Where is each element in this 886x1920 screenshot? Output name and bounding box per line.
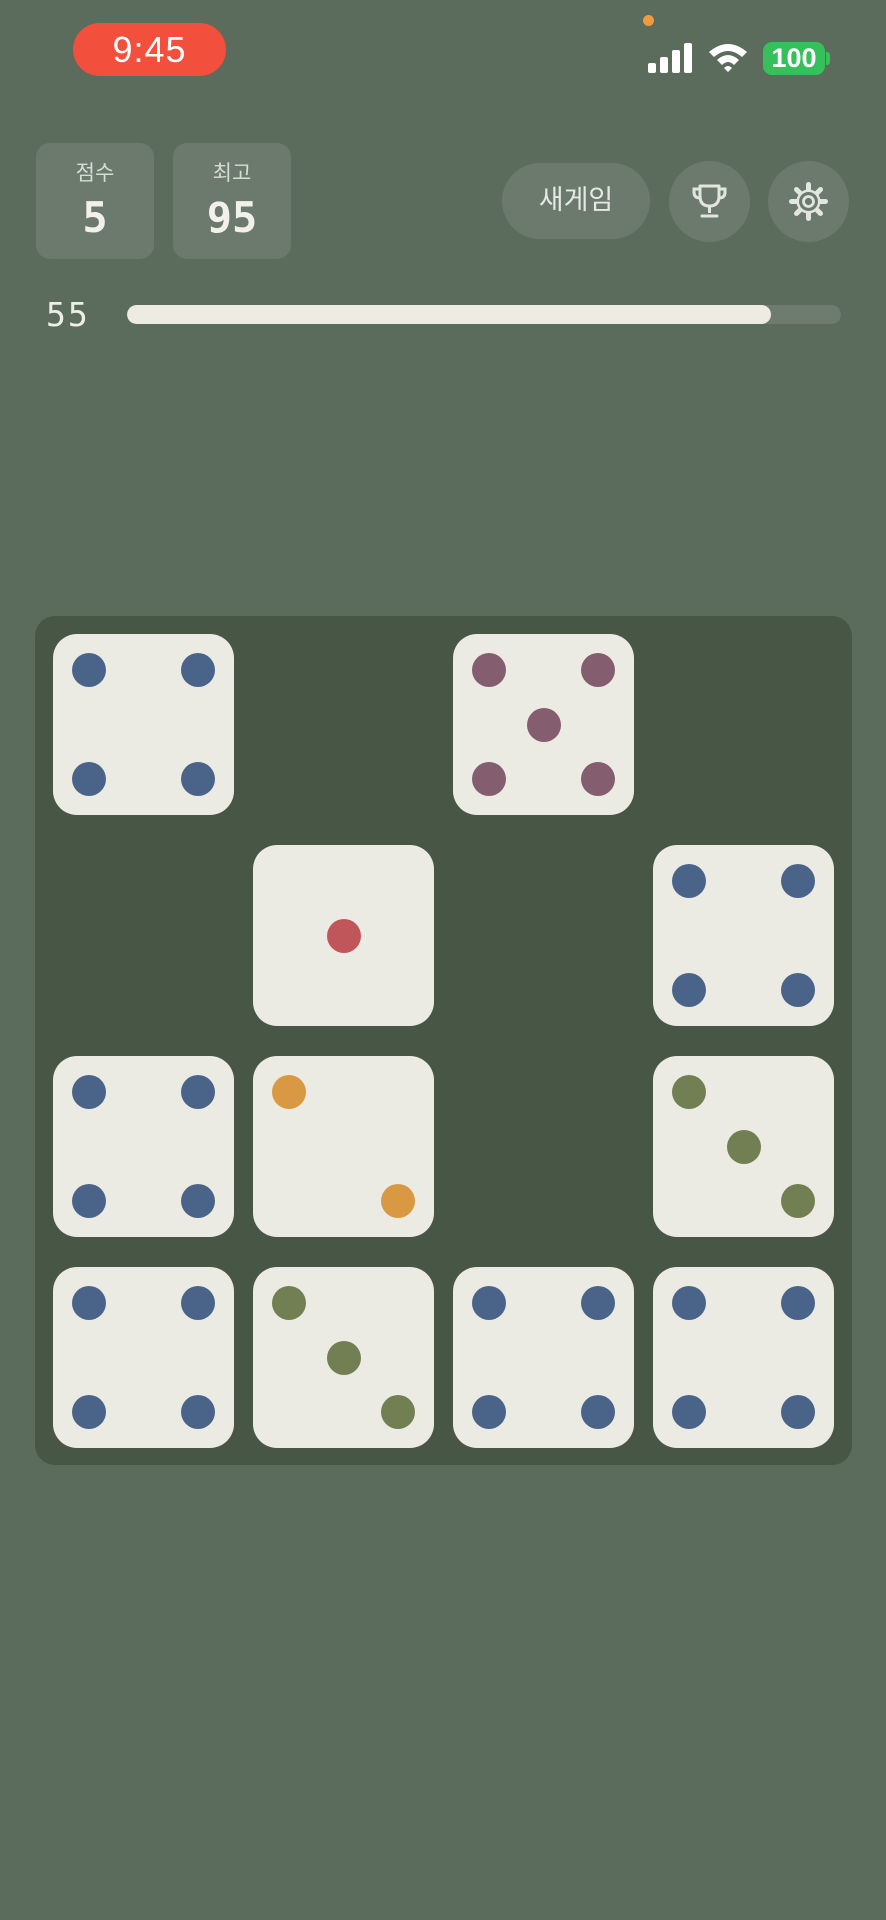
die-pip [380, 1394, 415, 1429]
die-pip [780, 1183, 815, 1218]
die-pip [526, 707, 561, 742]
die-pip [780, 1286, 815, 1321]
die-pip [326, 1340, 361, 1375]
die-pip [72, 1286, 107, 1321]
die-pip [672, 1394, 707, 1429]
die-pip [672, 1075, 707, 1110]
die-pip [472, 653, 507, 688]
die-pip [72, 653, 107, 688]
die-tile[interactable] [53, 1056, 234, 1237]
privacy-indicator-dot [643, 15, 654, 26]
best-score-value: 95 [206, 193, 258, 242]
die-tile[interactable] [53, 1267, 234, 1448]
trophy-icon [692, 184, 727, 218]
die-pip [72, 761, 107, 796]
die-pip [780, 1394, 815, 1429]
die-pip [180, 761, 215, 796]
gear-icon [789, 182, 828, 221]
die-pip [580, 761, 615, 796]
trophy-button[interactable] [669, 161, 750, 242]
die-pip [472, 761, 507, 796]
battery-indicator: 100 [763, 42, 825, 75]
game-board [35, 616, 852, 1465]
die-pip [472, 1394, 507, 1429]
die-pip [672, 972, 707, 1007]
score-label: 점수 [75, 161, 115, 185]
die-tile[interactable] [453, 1267, 634, 1448]
die-pip [72, 1183, 107, 1218]
new-game-button[interactable]: 새게임 [502, 163, 650, 239]
die-pip [180, 1394, 215, 1429]
die-pip [72, 1394, 107, 1429]
settings-button[interactable] [768, 161, 849, 242]
die-pip [780, 972, 815, 1007]
best-score-label: 최고 [212, 161, 252, 185]
die-tile[interactable] [253, 1267, 434, 1448]
die-tile[interactable] [53, 634, 234, 815]
die-pip [180, 1286, 215, 1321]
die-pip [272, 1075, 307, 1110]
die-tile[interactable] [653, 845, 834, 1026]
die-pip [72, 1075, 107, 1110]
die-pip [180, 653, 215, 688]
die-pip [672, 864, 707, 899]
die-pip [726, 1129, 761, 1164]
die-pip [180, 1075, 215, 1110]
progress-bar-fill [127, 305, 772, 324]
die-pip [580, 1286, 615, 1321]
die-pip [326, 918, 361, 953]
wifi-icon [709, 44, 747, 72]
die-pip [672, 1286, 707, 1321]
die-pip [580, 1394, 615, 1429]
die-tile[interactable] [453, 634, 634, 815]
battery-nub [826, 52, 830, 65]
die-tile[interactable] [653, 1056, 834, 1237]
die-pip [272, 1286, 307, 1321]
die-pip [180, 1183, 215, 1218]
die-pip [580, 653, 615, 688]
die-tile[interactable] [253, 845, 434, 1026]
die-pip [380, 1183, 415, 1218]
die-pip [780, 864, 815, 899]
die-tile[interactable] [653, 1267, 834, 1448]
die-pip [472, 1286, 507, 1321]
status-time: 9:45 [73, 23, 226, 76]
score-box: 점수 5 [36, 143, 154, 259]
score-value: 5 [82, 193, 108, 242]
progress-label: 55 [46, 295, 90, 334]
cellular-signal-icon [648, 43, 692, 73]
progress-bar [127, 305, 841, 324]
die-tile[interactable] [253, 1056, 434, 1237]
best-score-box: 최고 95 [173, 143, 291, 259]
